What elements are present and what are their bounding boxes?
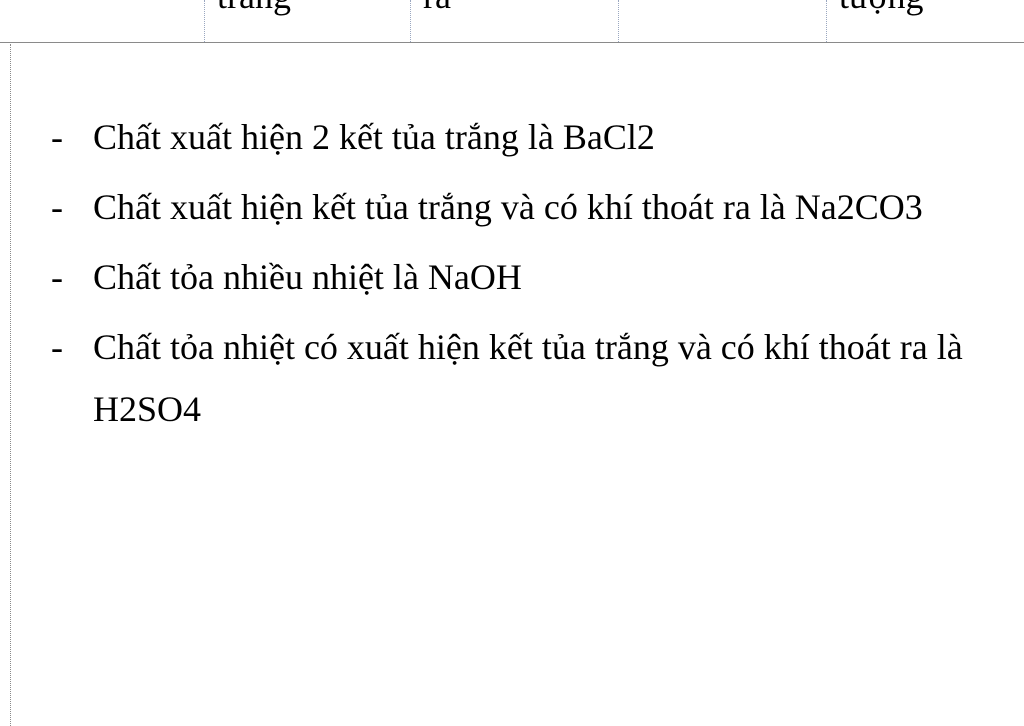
list-item: - Chất tỏa nhiệt có xuất hiện kết tủa tr… [11,316,1024,440]
document-page: trắng ra tượng - Chất xuất hiện 2 kết tủ… [0,0,1024,726]
list-item: - Chất xuất hiện kết tủa trắng và có khí… [11,176,1024,238]
cell-text: ra [423,0,451,14]
cell-text: tượng [839,0,924,14]
table-cell: tượng [826,0,1024,42]
table-cell: trắng [204,0,411,42]
list-item-text: Chất xuất hiện kết tủa trắng và có khí t… [93,187,923,227]
list-item-text: Chất xuất hiện 2 kết tủa trắng là BaCl2 [93,117,655,157]
bullet-dash: - [51,257,63,297]
cell-text: trắng [217,0,291,14]
bullet-dash: - [51,327,63,367]
table-cell: ra [410,0,619,42]
table-cell-observations: - Chất xuất hiện 2 kết tủa trắng là BaCl… [1,42,1024,726]
list-item: - Chất xuất hiện 2 kết tủa trắng là BaCl… [11,106,1024,168]
list-item-text: Chất tỏa nhiệt có xuất hiện kết tủa trắn… [93,327,963,429]
bullet-dash: - [51,187,63,227]
table-cell [618,0,827,42]
list-item: - Chất tỏa nhiều nhiệt là NaOH [11,246,1024,308]
table-row-header: trắng ra tượng [0,0,1024,43]
table-cell [0,0,204,42]
list-item-text: Chất tỏa nhiều nhiệt là NaOH [93,257,522,297]
observation-list: - Chất xuất hiện 2 kết tủa trắng là BaCl… [11,106,1024,448]
bullet-dash: - [51,117,63,157]
